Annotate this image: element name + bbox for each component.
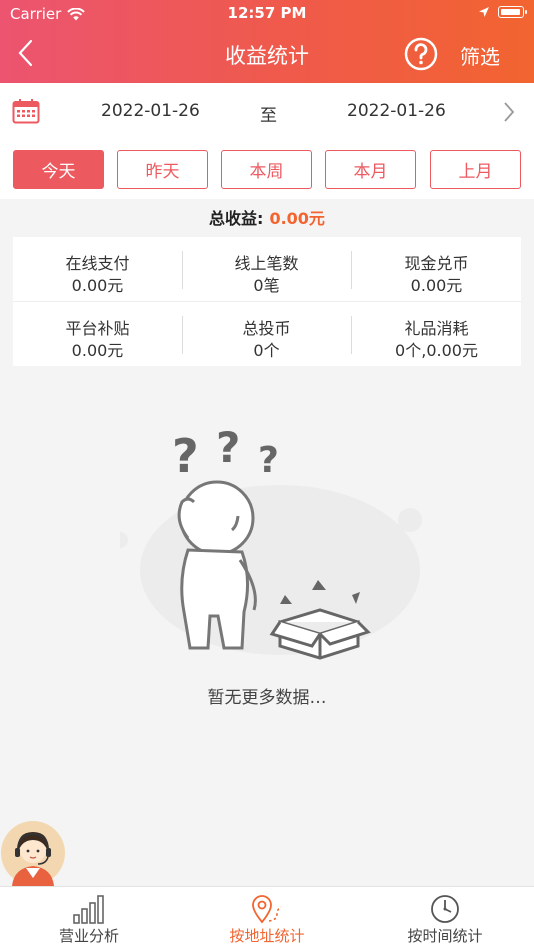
svg-text:?: ? [258,440,279,481]
tab-bar: 营业分析 按地址统计 按时间统计 [0,886,534,950]
date-range-bar: 2022-01-26 至 2022-01-26 [0,83,534,140]
customer-service-avatar[interactable] [0,820,66,886]
calendar-icon[interactable] [12,98,40,124]
filter-today-button[interactable]: 今天 [13,150,104,189]
stat-label: 平台补贴 [65,319,130,338]
status-right [478,6,527,18]
stat-value: 0.00元 [71,341,124,360]
quick-filter-bar: 今天 昨天 本周 本月 上月 [0,140,534,199]
start-date[interactable]: 2022-01-26 [101,101,200,121]
stats-panel: 在线支付 0.00元 线上笔数 0笔 现金兑币 0.00元 平台补贴 0.00元… [13,237,521,366]
clock-icon [431,895,459,923]
total-income: 总收益: 0.00元 [0,205,534,229]
stat-cash-exchange: 现金兑币 0.00元 [352,237,521,301]
stat-label: 线上笔数 [234,254,299,273]
stat-label: 总投币 [242,319,291,338]
filter-yesterday-button[interactable]: 昨天 [117,150,208,189]
date-separator: 至 [260,106,277,126]
stat-value: 0.00元 [71,276,124,295]
end-date[interactable]: 2022-01-26 [347,101,446,121]
tab-business-analysis[interactable]: 营业分析 [0,887,178,950]
stats-row: 平台补贴 0.00元 总投币 0个 礼品消耗 0个,0.00元 [13,302,521,366]
stat-platform-subsidy: 平台补贴 0.00元 [13,302,182,366]
tab-label: 营业分析 [58,927,119,945]
tab-by-time[interactable]: 按时间统计 [356,887,534,950]
bar-chart-icon [73,895,104,924]
page-title: 收益统计 [225,44,309,68]
nav-bar: 收益统计 筛选 [0,28,534,83]
status-bar: Carrier 12:57 PM [0,0,534,28]
filter-this-month-button[interactable]: 本月 [325,150,416,189]
stat-value: 0笔 [253,276,280,295]
tab-by-address[interactable]: 按地址统计 [178,887,356,950]
filter-button[interactable]: 筛选 [460,41,500,70]
stat-online-count: 线上笔数 0笔 [182,237,351,301]
total-income-value: 0.00元 [269,209,325,228]
battery-icon [498,6,527,18]
svg-text:?: ? [172,429,199,483]
stat-label: 在线支付 [65,254,130,273]
empty-state-illustration: ? ? ? [120,423,422,660]
header: Carrier 12:57 PM 收益统计 筛选 [0,0,534,83]
empty-state-text: 暂无更多数据… [207,688,327,708]
stat-label: 现金兑币 [404,254,469,273]
location-arrow-icon [479,7,489,17]
stat-value: 0.00元 [410,276,463,295]
chevron-right-icon[interactable] [502,101,516,123]
help-icon[interactable] [404,37,438,71]
stat-label: 礼品消耗 [404,319,469,338]
tab-label: 按时间统计 [407,927,483,945]
status-time: 12:57 PM [227,4,307,22]
filter-this-week-button[interactable]: 本周 [221,150,312,189]
stat-gift-consumption: 礼品消耗 0个,0.00元 [352,302,521,366]
location-pin-icon [252,895,282,924]
stat-total-coins: 总投币 0个 [182,302,351,366]
stat-online-payment: 在线支付 0.00元 [13,237,182,301]
stat-value: 0个 [253,341,280,360]
stats-row: 在线支付 0.00元 线上笔数 0笔 现金兑币 0.00元 [13,237,521,301]
tab-label: 按地址统计 [229,927,305,945]
filter-last-month-button[interactable]: 上月 [430,150,521,189]
total-income-label: 总收益: [209,209,264,228]
svg-text:?: ? [216,423,240,472]
stat-value: 0个,0.00元 [395,341,478,360]
